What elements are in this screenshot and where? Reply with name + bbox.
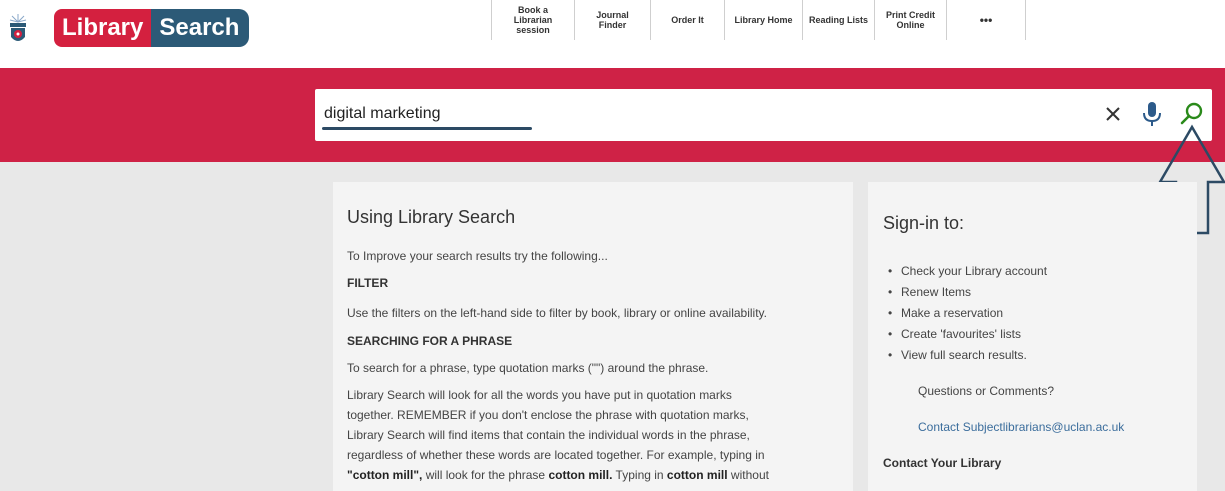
card-title: Sign-in to:	[883, 213, 965, 233]
list-item: View full search results.	[888, 345, 1047, 366]
phrase-heading: SEARCHING FOR A PHRASE	[347, 334, 513, 348]
paragraph-line: together. REMEMBER if you don't enclose …	[347, 408, 749, 422]
nav-label: Reading Lists	[809, 15, 869, 25]
list-item: Check your Library account	[888, 261, 1047, 282]
logo-text-search: Search	[151, 9, 250, 47]
nav-label: Book a	[517, 5, 548, 15]
paragraph-line: "cotton mill", will look for the phrase …	[347, 466, 769, 485]
filter-text: Use the filters on the left-hand side to…	[347, 306, 767, 320]
nav-book-librarian[interactable]: Book a Librarian session	[491, 0, 574, 40]
nav-label: Journal	[596, 10, 629, 20]
list-item: Make a reservation	[888, 303, 1047, 324]
nav-library-home[interactable]: Library Home	[724, 0, 802, 40]
list-item: Renew Items	[888, 282, 1047, 303]
text-span: without	[727, 468, 769, 482]
nav-reading-lists[interactable]: Reading Lists	[802, 0, 874, 40]
contact-email-link[interactable]: Contact Subjectlibrarians@uclan.ac.uk	[918, 420, 1124, 434]
top-bar: Library Search Book a Librarian session Jo…	[0, 0, 1225, 68]
nav-print-credit[interactable]: Print Credit Online	[874, 0, 946, 40]
bold-text: cotton mill	[666, 468, 728, 482]
nav-label: Online	[896, 20, 925, 30]
search-box	[315, 89, 1212, 141]
nav-more-button[interactable]: •••	[946, 0, 1026, 40]
paragraph-line: regardless of whether these words are lo…	[347, 448, 765, 462]
library-search-logo[interactable]: Library Search	[54, 9, 250, 47]
paragraph-line: Library Search will find items that cont…	[347, 428, 750, 442]
text-span: Typing in	[612, 468, 667, 482]
logo-text-library: Library	[54, 9, 152, 47]
filter-heading: FILTER	[347, 276, 389, 290]
paragraph-line: Library Search will look for all the wor…	[347, 388, 732, 402]
university-crest-icon	[9, 14, 27, 41]
list-item: Create 'favourites' lists	[888, 324, 1047, 345]
sign-in-benefits-list: Check your Library account Renew Items M…	[888, 261, 1047, 366]
nav-journal-finder[interactable]: Journal Finder	[574, 0, 650, 40]
nav-label: Librarian	[513, 15, 553, 25]
phrase-text: To search for a phrase, type quotation m…	[347, 361, 709, 375]
bold-text: "cotton mill",	[347, 468, 423, 482]
search-input-underline	[322, 127, 532, 130]
nav-label: Finder	[598, 20, 627, 30]
using-library-search-card: Using Library Search To Improve your sea…	[333, 182, 853, 491]
card-title: Using Library Search	[347, 207, 516, 227]
more-icon: •••	[979, 13, 993, 27]
bold-text: cotton mill.	[548, 468, 613, 482]
search-input[interactable]	[324, 103, 924, 125]
top-navigation: Book a Librarian session Journal Finder Ord…	[491, 0, 1026, 40]
intro-text: To Improve your search results try the f…	[347, 249, 608, 263]
nav-order-it[interactable]: Order It	[650, 0, 724, 40]
text-span: will look for the phrase	[422, 468, 549, 482]
sign-in-card: Sign-in to: Check your Library account R…	[868, 182, 1197, 491]
nav-label: Order It	[671, 15, 704, 25]
nav-label: Library Home	[734, 15, 793, 25]
nav-label: Print Credit	[885, 10, 935, 20]
questions-text: Questions or Comments?	[918, 384, 1055, 398]
contact-your-library-heading: Contact Your Library	[883, 456, 1002, 470]
nav-label: session	[516, 25, 550, 35]
clear-search-icon[interactable]	[1102, 103, 1124, 125]
